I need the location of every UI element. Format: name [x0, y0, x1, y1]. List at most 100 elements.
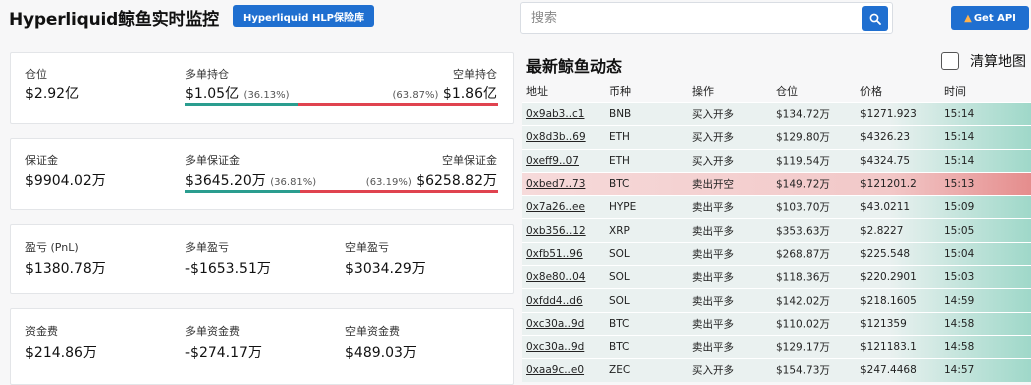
funding-total-value: $214.86万 [25, 345, 97, 361]
long-margin-pct: (36.81%) [270, 177, 317, 188]
whale-feed-table: 地址 币种 操作 仓位 价格 时间 0x9ab3..c1 BNB 买入开多 $134.… [522, 80, 1031, 382]
search-button[interactable] [862, 6, 888, 31]
long-margin-label: 多单保证金 [185, 154, 240, 167]
short-margin-value: (63.19%) $6258.82万 [366, 170, 497, 190]
action-cell: 卖出平多 [692, 201, 734, 214]
column-size: 仓位 [776, 85, 798, 98]
time-cell: 15:05 [944, 224, 975, 237]
time-cell: 15:14 [944, 108, 975, 121]
time-cell: 15:03 [944, 271, 975, 284]
funding-card: 资金费 $214.86万 多单资金费 -$274.17万 空单资金费 $489.… [10, 308, 514, 385]
liquidation-map-checkbox[interactable] [941, 52, 959, 70]
table-row[interactable]: 0x9ab3..c1 BNB 买入开多 $134.72万 $1271.923 15:14 [522, 102, 1031, 126]
coin-cell: BNB [609, 108, 632, 121]
address-link[interactable]: 0xeff9..07 [526, 155, 579, 167]
liquidation-map-toggle[interactable]: 清算地图 [941, 51, 1026, 71]
column-time: 时间 [944, 85, 966, 98]
get-api-label: Get API [973, 12, 1016, 24]
table-body: 0x9ab3..c1 BNB 买入开多 $134.72万 $1271.923 15:14 0… [522, 102, 1031, 382]
address-link[interactable]: 0xbed7..73 [526, 178, 585, 190]
action-cell: 买入开多 [692, 155, 734, 168]
table-row[interactable]: 0xc30a..9d BTC 卖出平多 $110.02万 $121359 14:58 [522, 311, 1031, 335]
address-link[interactable]: 0xaa9c..e0 [526, 364, 584, 376]
hlp-vault-button[interactable]: Hyperliquid HLP保险库 [233, 5, 374, 27]
time-cell: 14:57 [944, 364, 975, 377]
time-cell: 14:58 [944, 317, 975, 330]
column-coin: 币种 [609, 85, 631, 98]
size-cell: $353.63万 [776, 225, 830, 238]
table-row[interactable]: 0xbed7..73 BTC 卖出开空 $149.72万 $121201.2 15:13 [522, 171, 1031, 196]
short-margin-bar [300, 190, 498, 193]
size-cell: $118.36万 [776, 271, 830, 284]
price-cell: $4326.23 [860, 131, 911, 144]
price-cell: $225.548 [860, 247, 911, 260]
size-cell: $149.72万 [776, 178, 830, 191]
table-row[interactable]: 0x8e80..04 SOL 卖出平多 $118.36万 $220.2901 15:03 [522, 265, 1031, 289]
size-cell: $154.73万 [776, 364, 830, 377]
coin-cell: BTC [609, 178, 630, 191]
short-position-pct: (63.87%) [392, 90, 439, 101]
price-cell: $121359 [860, 317, 907, 330]
action-cell: 买入开多 [692, 364, 734, 377]
price-cell: $4324.75 [860, 154, 911, 167]
short-position-value: (63.87%) $1.86亿 [393, 83, 497, 103]
action-cell: 买入开多 [692, 108, 734, 121]
address-link[interactable]: 0x8e80..04 [526, 271, 585, 283]
position-card: 仓位 $2.92亿 多单持仓 $1.05亿 (36.13%) 空单持仓 (63.… [10, 52, 514, 124]
search-box [520, 2, 893, 34]
action-cell: 卖出平多 [692, 295, 734, 308]
long-margin-bar [185, 190, 301, 193]
table-row[interactable]: 0xaa9c..e0 ZEC 买入开多 $154.73万 $247.4468 14:57 [522, 358, 1031, 382]
table-row[interactable]: 0xc30a..9d BTC 卖出平多 $129.17万 $121183.1 14:58 [522, 334, 1031, 359]
action-cell: 卖出平多 [692, 341, 734, 354]
pnl-total-label: 盈亏 (PnL) [25, 241, 79, 254]
short-position-amount: $1.86亿 [442, 86, 497, 102]
price-cell: $2.8227 [860, 224, 904, 237]
long-position-amount: $1.05亿 [185, 86, 240, 102]
long-position-value: $1.05亿 (36.13%) [185, 83, 289, 103]
long-position-label: 多单持仓 [185, 68, 229, 81]
address-link[interactable]: 0x7a26..ee [526, 201, 585, 213]
price-cell: $220.2901 [860, 271, 917, 284]
action-cell: 买入开多 [692, 131, 734, 144]
long-position-bar [185, 103, 299, 106]
address-link[interactable]: 0xc30a..9d [526, 341, 584, 353]
search-icon [869, 13, 881, 25]
time-cell: 14:58 [944, 341, 975, 354]
time-cell: 15:13 [944, 178, 975, 191]
action-cell: 卖出平多 [692, 225, 734, 238]
address-link[interactable]: 0xfdd4..d6 [526, 295, 583, 307]
price-cell: $218.1605 [860, 294, 917, 307]
fire-icon: ▲ [964, 12, 972, 24]
address-link[interactable]: 0x9ab3..c1 [526, 108, 584, 120]
page-title: Hyperliquid鲸鱼实时监控 [9, 10, 219, 30]
address-link[interactable]: 0xfb51..96 [526, 248, 583, 260]
address-link[interactable]: 0xc30a..9d [526, 318, 584, 330]
long-position-pct: (36.13%) [243, 90, 290, 101]
coin-cell: ETH [609, 131, 630, 144]
pnl-total-value: $1380.78万 [25, 261, 106, 277]
address-link[interactable]: 0xb356..12 [526, 225, 586, 237]
table-row[interactable]: 0xb356..12 XRP 卖出平多 $353.63万 $2.8227 15:05 [522, 218, 1031, 242]
time-cell: 15:09 [944, 201, 975, 214]
coin-cell: ETH [609, 154, 630, 167]
coin-cell: XRP [609, 224, 630, 237]
action-cell: 卖出平多 [692, 271, 734, 284]
address-link[interactable]: 0x8d3b..69 [526, 131, 586, 143]
search-input[interactable] [521, 3, 851, 33]
price-cell: $121183.1 [860, 341, 917, 354]
price-cell: $1271.923 [860, 108, 917, 121]
table-row[interactable]: 0xfdd4..d6 SOL 卖出平多 $142.02万 $218.1605 14:59 [522, 288, 1031, 312]
table-row[interactable]: 0xeff9..07 ETH 买入开多 $119.54万 $4324.75 15:14 [522, 148, 1031, 172]
table-row[interactable]: 0xfb51..96 SOL 卖出平多 $268.87万 $225.548 15:04 [522, 241, 1031, 266]
table-row[interactable]: 0x8d3b..69 ETH 买入开多 $129.80万 $4326.23 15:14 [522, 125, 1031, 149]
size-cell: $268.87万 [776, 248, 830, 261]
margin-card: 保证金 $9904.02万 多单保证金 $3645.20万 (36.81%) 空… [10, 138, 514, 210]
table-row[interactable]: 0x7a26..ee HYPE 卖出平多 $103.70万 $43.0211 15:09 [522, 195, 1031, 219]
price-cell: $247.4468 [860, 364, 917, 377]
long-pnl-value: -$1653.51万 [185, 261, 271, 277]
margin-total-label: 保证金 [25, 154, 58, 167]
size-cell: $110.02万 [776, 318, 830, 331]
action-cell: 卖出平多 [692, 248, 734, 261]
get-api-button[interactable]: ▲ Get API [951, 6, 1029, 30]
